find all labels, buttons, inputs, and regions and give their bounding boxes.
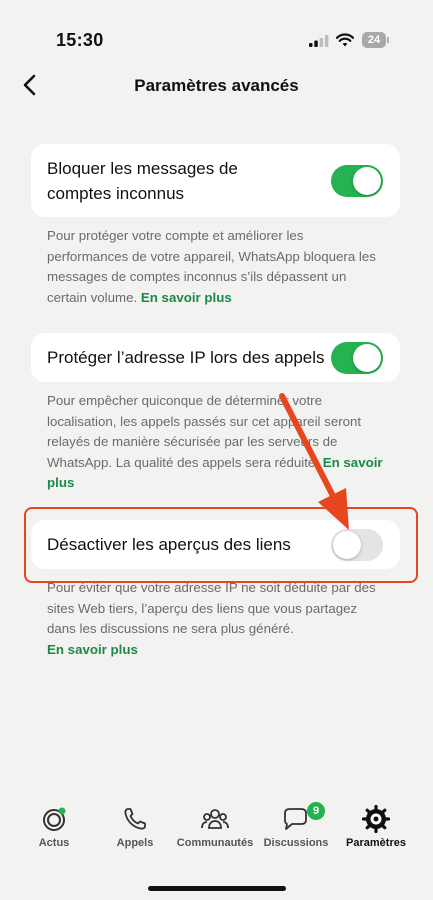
setting-card-protect-ip: Protéger l’adresse IP lors des appels — [31, 333, 400, 382]
tab-discussions[interactable]: 9 Discussions — [256, 796, 336, 856]
battery-icon: 24 — [362, 32, 390, 48]
tab-parametres[interactable]: Paramètres — [336, 796, 416, 856]
description-link-previews: Pour éviter que votre adresse IP ne soit… — [47, 580, 376, 657]
home-indicator — [148, 886, 286, 891]
description-block-unknown: Pour protéger votre compte et améliorer … — [47, 228, 376, 305]
settings-icon — [361, 804, 391, 834]
communities-icon — [201, 809, 229, 829]
description-protect-ip: Pour empêcher quiconque de déterminer vo… — [47, 393, 383, 491]
nav-bar: Paramètres avancés — [0, 62, 433, 110]
updates-icon — [43, 807, 66, 831]
status-time: 15:30 — [56, 30, 104, 50]
setting-label-protect-ip: Protéger l’adresse IP lors des appels — [47, 348, 325, 367]
phone-icon — [124, 808, 146, 830]
toggle-protect-ip[interactable] — [331, 342, 383, 374]
tab-appels[interactable]: Appels — [95, 796, 175, 856]
learn-more-link-1[interactable]: En savoir plus — [141, 290, 232, 305]
page-title: Paramètres avancés — [134, 76, 299, 95]
setting-card-block-unknown: Bloquer les messages de comptes inconnus — [31, 144, 400, 217]
status-bar: 15:30 24 — [0, 0, 433, 60]
cellular-signal-icon — [309, 35, 329, 47]
toggle-block-unknown[interactable] — [331, 165, 383, 197]
tab-bar: Actus Appels Communautés 9 Discussions P… — [0, 796, 433, 876]
wifi-icon — [336, 33, 354, 47]
battery-level: 24 — [362, 32, 386, 48]
tab-actus[interactable]: Actus — [14, 796, 94, 856]
tab-communautes[interactable]: Communautés — [175, 796, 255, 856]
setting-label-block-unknown: Bloquer les messages de comptes inconnus — [47, 159, 238, 203]
annotation-highlight-box — [24, 507, 418, 583]
unread-badge: 9 — [307, 802, 325, 820]
learn-more-link-3[interactable]: En savoir plus — [47, 642, 138, 657]
